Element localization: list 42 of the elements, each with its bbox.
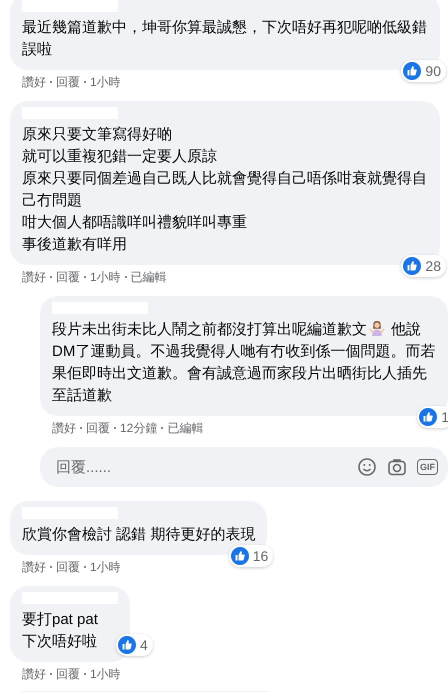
smiley-icon[interactable] <box>357 457 377 477</box>
thumbs-up-icon <box>419 408 438 426</box>
action-link[interactable]: 回覆 <box>56 560 80 574</box>
comment-text: 原來只要文筆寫得好啲 <box>22 125 173 145</box>
gif-button[interactable]: GIF <box>417 459 438 475</box>
shrugging-person-icon <box>369 320 385 336</box>
timestamp[interactable]: 12分鐘 <box>120 421 158 435</box>
action-link[interactable]: 回覆 <box>56 75 80 89</box>
reaction-count[interactable]: 16 <box>228 545 274 567</box>
timestamp[interactable]: 1小時 <box>90 667 121 681</box>
camera-icon[interactable] <box>387 457 407 477</box>
thumbs-up-icon <box>118 636 136 654</box>
action-link[interactable]: 讚好 <box>22 75 46 89</box>
edited-label[interactable]: 已編輯 <box>130 270 167 284</box>
comment-text: 原來只要同個差過自己既人比就會覺得自己唔係咁衰就覺得自己冇問題 <box>22 169 428 211</box>
timestamp[interactable]: 1小時 <box>90 75 121 89</box>
action-link[interactable]: 讚好 <box>52 421 76 435</box>
action-link[interactable]: 讚好 <box>22 667 46 681</box>
timestamp[interactable]: 1小時 <box>90 560 121 574</box>
comment-text: 下次唔好啦 <box>22 632 98 652</box>
thumbs-up-icon <box>403 62 422 80</box>
edited-label[interactable]: 已編輯 <box>167 421 204 435</box>
comment-text: 就可以重複犯錯一定要人原諒 <box>22 147 218 167</box>
comment-text: 欣賞你會檢討 認錯 期待更好的表現 <box>22 525 256 545</box>
thumbs-up-icon <box>230 547 249 565</box>
comment-text: 段片未出街未比人鬧之前都沒打算出呢編道歉文 他說DM了運動員。不過我覺得人哋有冇收到係一個問題。而若果佢即時出文道歉。會有誠意過而家段片出晒街比人插先至話道歉 <box>52 319 436 406</box>
thumbs-up-icon <box>403 257 422 275</box>
comment-text: 事後道歉有咩用 <box>22 235 128 255</box>
action-link[interactable]: 讚好 <box>22 270 46 284</box>
reaction-count[interactable]: 28 <box>401 255 446 277</box>
reaction-count[interactable]: 1 <box>417 406 448 428</box>
action-link[interactable]: 回覆 <box>56 667 80 681</box>
reply-field[interactable]: 回覆...... GIF <box>40 447 448 487</box>
reaction-count[interactable]: 90 <box>401 60 446 82</box>
action-link[interactable]: 回覆 <box>56 270 80 284</box>
reaction-count[interactable]: 4 <box>116 634 153 656</box>
comment-text: 咁大個人都唔識咩叫禮貌咩叫專重 <box>22 213 248 233</box>
action-link[interactable]: 回覆 <box>86 421 110 435</box>
timestamp[interactable]: 1小時 <box>90 270 121 284</box>
comment-text: 最近幾篇道歉中，坤哥你算最誠懇，下次唔好再犯呢啲低級錯誤啦 <box>22 18 428 60</box>
comment-text: 要打pat pat <box>22 610 99 630</box>
action-link[interactable]: 讚好 <box>22 560 46 574</box>
